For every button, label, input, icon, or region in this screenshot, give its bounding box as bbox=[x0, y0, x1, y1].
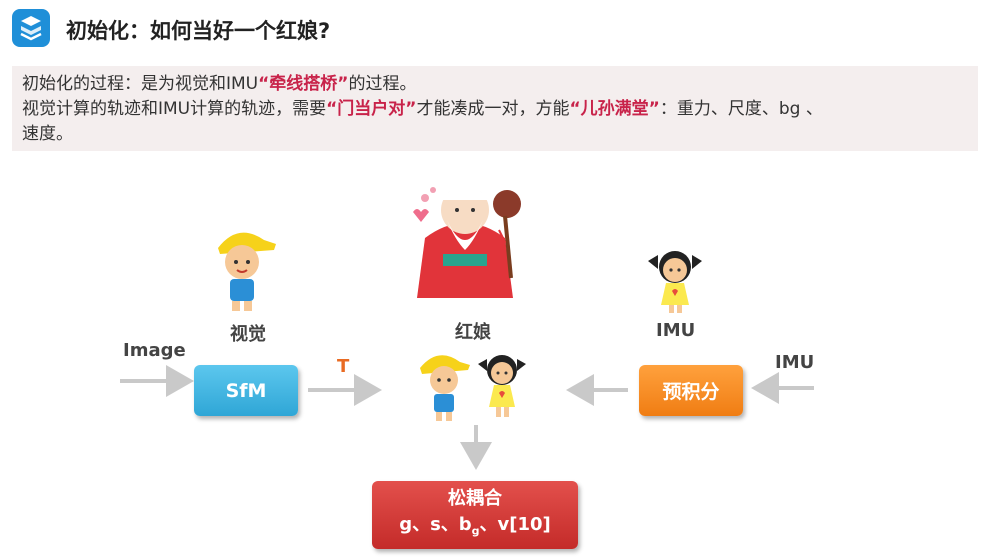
matchmaker-figure bbox=[413, 185, 521, 298]
preintegration-box: 预积分 bbox=[639, 365, 743, 416]
sfm-box: SfM bbox=[194, 365, 298, 416]
label-t: T bbox=[337, 356, 350, 377]
vision-boy-figure bbox=[218, 232, 276, 311]
coupling-vars: g、s、bg、v[10] bbox=[399, 512, 551, 545]
coupling-vars-subscript: g bbox=[471, 524, 480, 538]
loose-coupling-box: 松耦合 g、s、bg、v[10] bbox=[372, 481, 578, 549]
label-image-input: Image bbox=[123, 340, 186, 361]
label-imu-top: IMU bbox=[656, 320, 696, 341]
label-imu-input: IMU bbox=[775, 352, 815, 373]
coupling-vars-text: g、s、b bbox=[399, 513, 472, 535]
label-vision: 视觉 bbox=[230, 324, 266, 345]
imu-girl-figure bbox=[648, 251, 702, 313]
coupling-vars-text: 、v[10] bbox=[479, 513, 551, 535]
couple-figure bbox=[420, 355, 526, 421]
label-matchmaker: 红娘 bbox=[455, 322, 491, 343]
coupling-title: 松耦合 bbox=[448, 487, 502, 509]
